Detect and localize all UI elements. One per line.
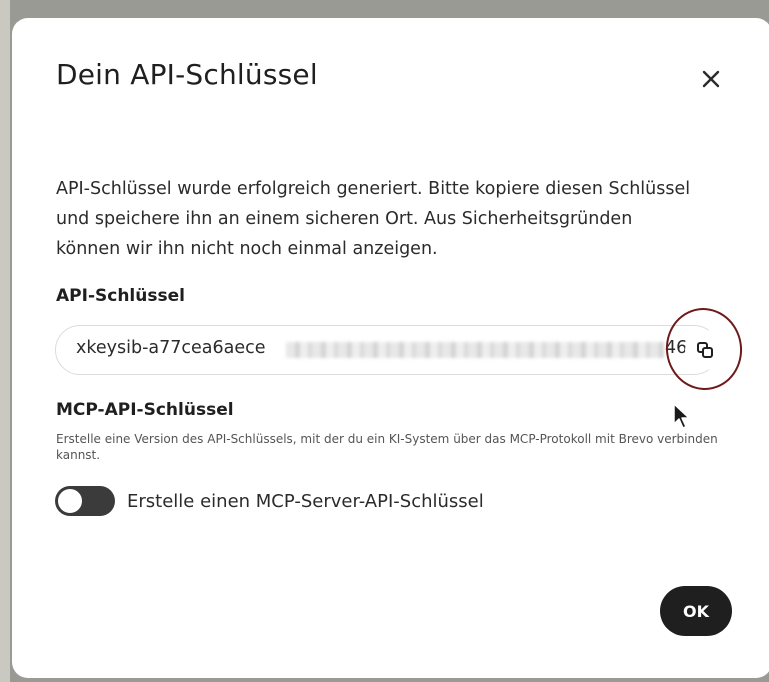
dialog-title: Dein API-Schlüssel xyxy=(56,58,318,91)
mcp-toggle[interactable] xyxy=(55,486,115,516)
mcp-section-title: MCP-API-Schlüssel xyxy=(56,400,234,420)
api-key-redacted xyxy=(286,342,664,358)
mcp-toggle-row[interactable]: Erstelle einen MCP-Server-API-Schlüssel xyxy=(55,486,484,516)
api-key-label: API-Schlüssel xyxy=(56,286,185,306)
mcp-toggle-label: Erstelle einen MCP-Server-API-Schlüssel xyxy=(127,490,484,512)
close-icon xyxy=(702,70,720,88)
annotation-circle xyxy=(660,303,748,395)
toggle-knob xyxy=(57,488,83,514)
api-key-dialog: Dein API-Schlüssel API-Schlüssel wurde e… xyxy=(12,18,769,678)
mouse-cursor-icon xyxy=(673,403,690,429)
api-key-value: xkeysib-a77cea6aece xyxy=(76,338,266,358)
api-key-field[interactable]: xkeysib-a77cea6aece 46 xyxy=(55,325,719,375)
close-button[interactable] xyxy=(696,64,726,94)
ok-button[interactable]: OK xyxy=(660,586,732,636)
mcp-section-description: Erstelle eine Version des API-Schlüssels… xyxy=(56,432,718,462)
page-backdrop xyxy=(0,0,10,682)
dialog-description: API-Schlüssel wurde erfolgreich generier… xyxy=(56,179,691,259)
